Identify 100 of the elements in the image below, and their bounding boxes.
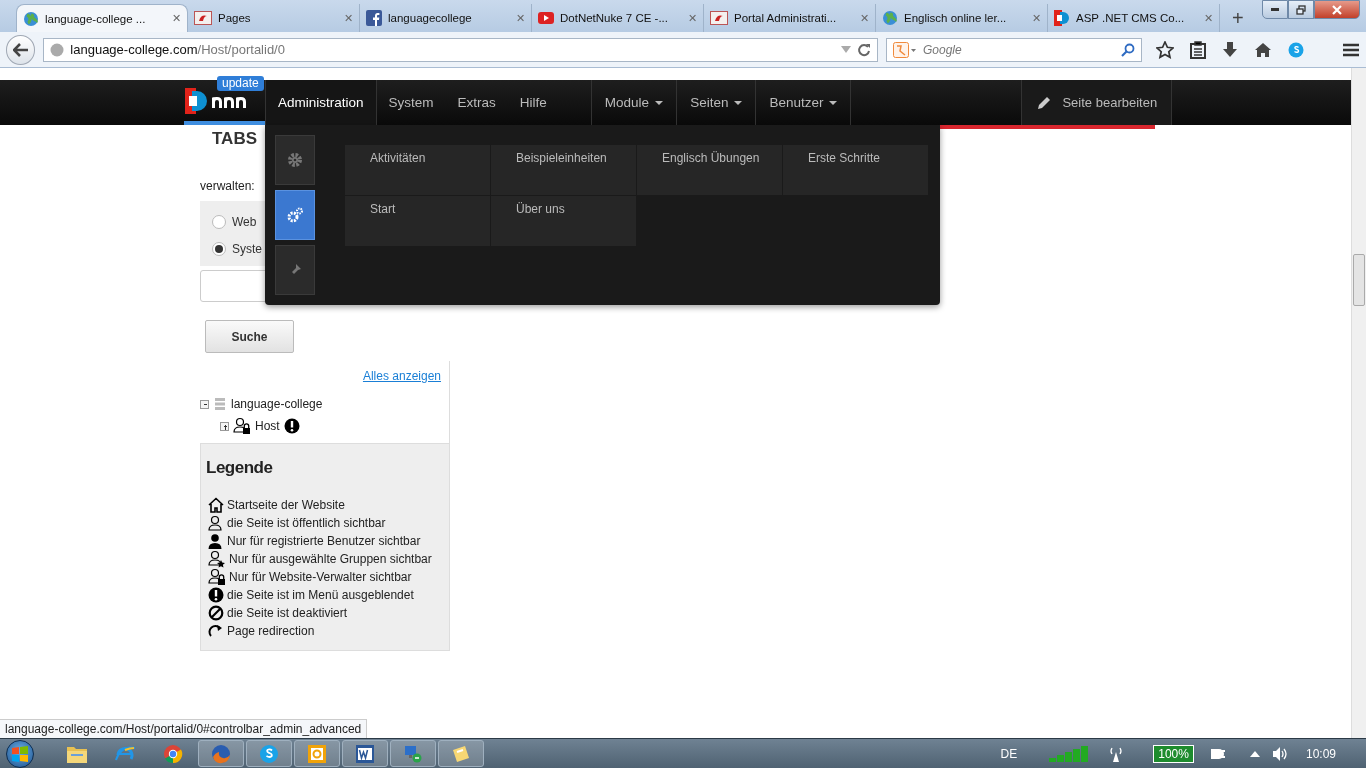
- close-tab-button[interactable]: ✕: [1204, 11, 1213, 25]
- update-badge[interactable]: update: [217, 76, 264, 91]
- legend-text: die Seite ist öffentlich sichtbar: [227, 516, 386, 530]
- menu-category-button[interactable]: [275, 135, 315, 185]
- close-tab-button[interactable]: ✕: [860, 11, 869, 25]
- user-icon: [208, 533, 224, 549]
- note-icon: [451, 743, 471, 764]
- play-icon: [538, 12, 554, 24]
- signal-bars-icon: [1049, 745, 1090, 762]
- caret-icon: [734, 100, 743, 105]
- search-field[interactable]: Google: [886, 37, 1142, 62]
- new-tab-button[interactable]: +: [1232, 8, 1244, 28]
- search-icon: [1121, 42, 1135, 57]
- skype-icon: [1288, 41, 1304, 58]
- fox-globe-icon: [211, 743, 231, 764]
- windows-flag-icon: [11, 744, 29, 763]
- menu-item[interactable]: Englisch Übungen: [637, 145, 782, 195]
- language-indicator[interactable]: DE: [1000, 746, 1018, 761]
- user-lock-icon: [208, 568, 226, 586]
- clock[interactable]: 10:09: [1305, 746, 1336, 761]
- tree-item[interactable]: Host: [255, 419, 280, 433]
- exclamation-icon: [283, 418, 300, 434]
- legend-text: Nur für ausgewählte Gruppen sichtbar: [229, 552, 432, 566]
- server-icon: [213, 397, 227, 411]
- status-url: language-college.com/Host/portalid/0#controlbar_admin_advanced: [0, 719, 368, 738]
- speaker-icon: [1271, 745, 1288, 762]
- option-label: Syste: [232, 242, 262, 256]
- minimize-button[interactable]: [1262, 0, 1288, 19]
- legend-text: die Seite ist deaktiviert: [227, 606, 348, 620]
- legend-text: Nur für Website-Verwalter sichtbar: [229, 570, 412, 584]
- document-w-icon: [355, 743, 375, 764]
- taskbar-app[interactable]: [294, 740, 340, 767]
- reload-icon: [857, 42, 871, 57]
- menu-category-button[interactable]: [275, 190, 315, 240]
- restore-button[interactable]: [1288, 0, 1314, 19]
- menu-icon: [1342, 41, 1360, 58]
- clipboard-icon: [1190, 40, 1206, 59]
- legend-text: Nur für registrierte Benutzer sichtbar: [227, 534, 421, 548]
- radio-button[interactable]: [212, 215, 226, 229]
- user-icon: [208, 515, 224, 531]
- close-tab-button[interactable]: ✕: [1032, 11, 1041, 25]
- legend-text: Startseite der Website: [227, 498, 345, 512]
- search-engine-icon: [893, 41, 917, 58]
- taskbar-app[interactable]: [198, 740, 244, 767]
- back-arrow-icon: [12, 42, 29, 57]
- close-tab-button[interactable]: ✕: [344, 11, 353, 25]
- menu-item[interactable]: Erste Schritte: [783, 145, 928, 195]
- search-button[interactable]: Suche: [205, 320, 294, 353]
- menu-tab[interactable]: System: [376, 80, 446, 125]
- caret-icon: [655, 100, 664, 105]
- collapse-toggle[interactable]: [200, 399, 209, 409]
- restore-icon: [1296, 4, 1306, 15]
- back-button[interactable]: [6, 34, 36, 65]
- user-star-icon: [208, 550, 226, 568]
- start-button[interactable]: [6, 739, 34, 768]
- chat-s-icon: [259, 743, 279, 764]
- show-all-link[interactable]: Alles anzeigen: [200, 369, 441, 383]
- edit-page-button[interactable]: Seite bearbeiten: [1021, 80, 1173, 125]
- menu-item[interactable]: Beispieleinheiten: [491, 145, 636, 195]
- taskbar-app[interactable]: [342, 740, 388, 767]
- user-lock-icon: [233, 417, 251, 435]
- menu-tab[interactable]: Administration: [265, 80, 377, 125]
- page-heading: TABS: [212, 129, 257, 149]
- radio-button[interactable]: [212, 242, 226, 256]
- menu-item[interactable]: Start: [345, 196, 490, 246]
- address-field[interactable]: language-college.com/Host/portalid/0: [43, 37, 878, 62]
- menu-tab[interactable]: Extras: [445, 80, 508, 125]
- antenna-icon: [1109, 745, 1124, 762]
- scrollbar-thumb[interactable]: [1353, 254, 1365, 306]
- menu-tab[interactable]: Hilfe: [507, 80, 559, 125]
- prohibited-icon: [208, 605, 224, 621]
- chrome-ring-icon: [163, 743, 183, 764]
- calendar-o-icon: [307, 743, 327, 764]
- close-tab-button[interactable]: ✕: [516, 11, 525, 25]
- home-icon: [208, 497, 224, 513]
- home-icon: [1254, 41, 1272, 58]
- close-tab-button[interactable]: ✕: [688, 11, 697, 25]
- pencil-icon: [1036, 94, 1053, 111]
- up-caret-icon: [1249, 750, 1260, 757]
- close-tab-button[interactable]: ✕: [172, 12, 181, 25]
- menu-item[interactable]: Über uns: [491, 196, 636, 246]
- legend-text: Page redirection: [227, 624, 315, 638]
- page-icon: [710, 11, 728, 25]
- dropdown-icon: [841, 45, 851, 54]
- close-button[interactable]: [1314, 0, 1360, 19]
- page-icon: [194, 11, 212, 25]
- minimize-icon: [1271, 8, 1279, 11]
- gears-icon: [286, 207, 304, 223]
- tree-item[interactable]: language-college: [231, 397, 323, 411]
- browser-tab[interactable]: language-college ... ✕: [16, 4, 188, 32]
- download-icon: [1222, 40, 1238, 59]
- battery-indicator[interactable]: 100%: [1153, 744, 1194, 763]
- legend-title: Legende: [206, 458, 274, 478]
- facebook-icon: [366, 10, 382, 26]
- menu-item[interactable]: Aktivitäten: [345, 145, 490, 195]
- expand-toggle[interactable]: [220, 421, 229, 431]
- star-icon: [1156, 40, 1174, 59]
- manage-label: verwalten:: [200, 179, 256, 193]
- caret-icon: [829, 100, 838, 105]
- logo-icon: [1054, 10, 1070, 26]
